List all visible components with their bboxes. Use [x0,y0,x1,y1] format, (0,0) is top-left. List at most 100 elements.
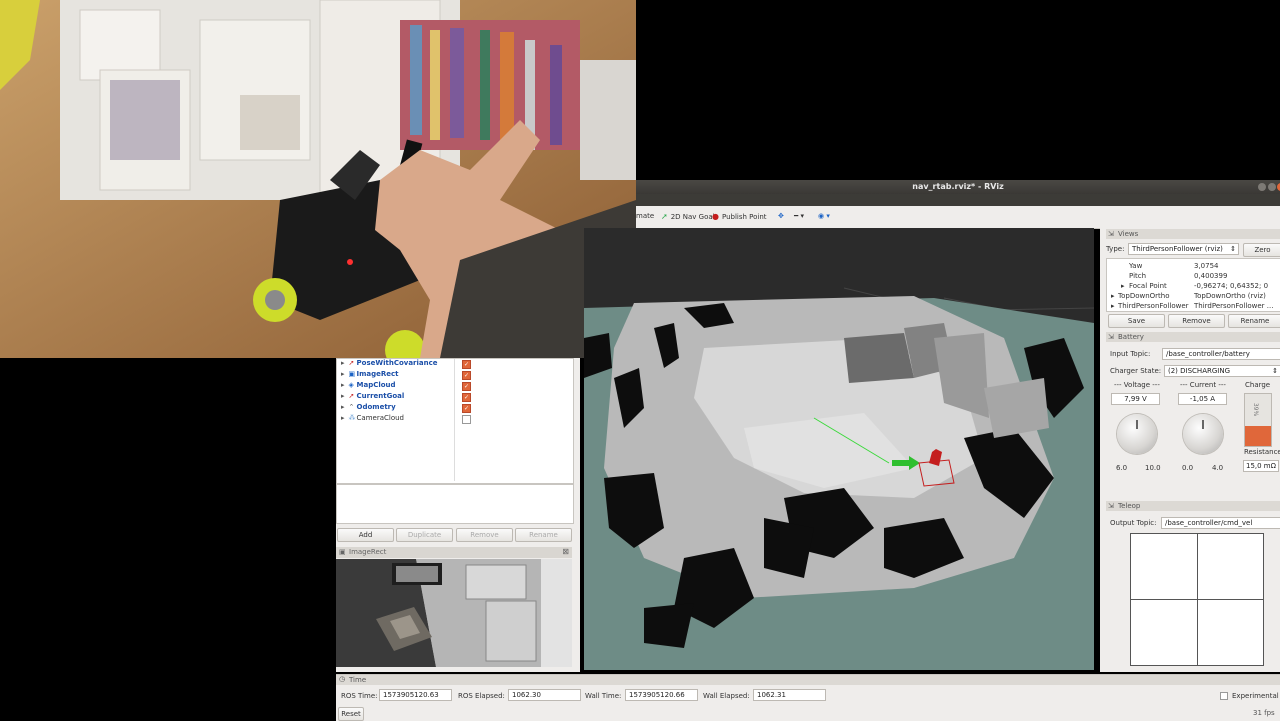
tree-column-divider [454,359,455,481]
expand-arrow-icon[interactable]: ▸ [341,414,345,422]
voltage-min-label: 6.0 [1116,464,1128,472]
fps-readout: 31 fps [1253,709,1275,717]
expand-arrow-icon[interactable]: ▸ [1111,292,1115,300]
display-enabled-checkbox[interactable]: ✓ [462,371,471,380]
rename-view-button[interactable]: Rename [1228,314,1280,328]
occupancy-map-render [584,228,1094,670]
display-enabled-checkbox[interactable]: ✓ [462,393,471,402]
view-prop-value[interactable]: 0,400399 [1194,272,1227,280]
view-prop-value[interactable]: -0,96274; 0,64352; 0 [1194,282,1268,290]
tools-toolbar: mate ➚ 2D Nav Goal ● Publish Point ✥ ━ ▾ ◉… [636,206,1280,229]
display-enabled-checkbox[interactable]: ✓ [462,360,471,369]
display-label: Odometry [356,403,396,411]
expand-arrow-icon[interactable]: ▸ [341,392,345,400]
display-item-cameracloud[interactable]: ▸ ⁂CameraCloud [341,414,471,424]
add-tool-dropdown-icon[interactable]: ━ ▾ [794,212,804,220]
reset-button[interactable]: Reset [338,707,364,721]
tool-interact[interactable]: mate [636,212,654,220]
charge-bar: 39% [1244,393,1272,447]
experimental-label: Experimental [1232,692,1279,700]
views-panel-header: ⇲ Views [1106,229,1280,239]
display-item-currentgoal[interactable]: ▸ ➚ CurrentGoal ✓ [341,392,471,402]
view-prop-value[interactable]: 3,0754 [1194,262,1219,270]
experimental-checkbox[interactable] [1220,692,1228,700]
zero-view-button[interactable]: Zero [1243,243,1280,257]
view-type-label: Type: [1106,245,1125,253]
window-titlebar: nav_rtab.rviz* - RViz [636,180,1280,194]
display-item-mapcloud[interactable]: ▸ ◈ MapCloud ✓ [341,381,471,391]
voltage-label: --- Voltage --- [1114,381,1160,389]
duplicate-display-button[interactable]: Duplicate [396,528,453,542]
rename-display-button[interactable]: Rename [515,528,572,542]
camera-type-dropdown-icon[interactable]: ◉ ▾ [818,212,830,220]
teleop-panel-header: ⇲ Teleop [1106,501,1280,511]
display-item-imagerect[interactable]: ▸ ▣ImageRect ✓ [341,370,471,380]
view-type-value: ThirdPersonFollower (rviz) [1132,245,1223,253]
input-topic-field[interactable]: /base_controller/battery [1162,348,1280,360]
expand-arrow-icon[interactable]: ▸ [341,359,345,367]
expand-arrow-icon[interactable]: ▸ [1121,282,1125,290]
ros-elapsed-field: 1062.30 [508,689,581,701]
expand-arrow-icon[interactable]: ▸ [1111,302,1115,310]
render-3d-view[interactable] [584,228,1094,670]
move-camera-icon[interactable]: ✥ [778,212,784,220]
voltage-max-label: 10.0 [1145,464,1161,472]
current-dial[interactable] [1183,414,1223,454]
wall-elapsed-field: 1062.31 [753,689,826,701]
wall-time-field: 1573905120.66 [625,689,698,701]
tool-publish-point[interactable]: ● Publish Point [712,212,767,221]
clock-icon: ◷ [339,675,346,683]
camera-overlay-photo [0,0,636,358]
voltage-dial[interactable] [1117,414,1157,454]
display-enabled-checkbox[interactable]: ✓ [462,404,471,413]
voltage-readout: 7,99 V [1111,393,1160,405]
views-header-label: Views [1118,230,1139,238]
chevron-down-icon: ⇕ [1272,367,1278,375]
publish-point-pin-icon: ● [712,212,719,221]
expand-arrow-icon[interactable]: ▸ [341,403,345,411]
camera-image-illustration [336,559,572,667]
resistance-readout: 15,0 mΩ [1243,460,1279,472]
ros-time-label: ROS Time: [341,692,378,700]
view-type-select[interactable]: ThirdPersonFollower (rviz) ⇕ [1128,243,1239,255]
tool-2d-nav-goal[interactable]: ➚ 2D Nav Goal [661,212,715,221]
display-label: CurrentGoal [356,392,405,400]
ros-time-field: 1573905120.63 [379,689,452,701]
charger-state-select[interactable]: (2) DISCHARGING ⇕ [1164,365,1280,377]
display-item-posewithcovariance[interactable]: ▸ ➚ PoseWithCovariance ✓ [341,359,471,369]
remove-display-button[interactable]: Remove [456,528,513,542]
output-topic-field[interactable]: /base_controller/cmd_vel [1161,517,1280,529]
view-prop-name: Pitch [1129,272,1147,280]
close-panel-icon[interactable]: ⊠ [562,547,569,556]
save-view-button[interactable]: Save [1108,314,1165,328]
charge-percent: 39% [1252,402,1260,417]
image-panel-header: ▣ ImageRect ⊠ [336,547,572,558]
panel-grip-icon: ⇲ [1108,333,1114,341]
wall-time-label: Wall Time: [585,692,622,700]
toolbar-label: mate [636,212,655,220]
goal-pose-icon: ➚ [348,392,355,400]
display-item-odometry[interactable]: ▸ ⌃ Odometry ✓ [341,403,471,413]
charge-label: Charge [1245,381,1271,389]
time-header-label: Time [349,676,367,684]
expand-arrow-icon[interactable]: ▸ [341,370,345,378]
saved-view-name[interactable]: ThirdPersonFollower [1118,302,1189,310]
toolbar-label: Publish Point [721,213,767,221]
view-properties-tree: Yaw 3,0754 Pitch 0,400399 ▸ Focal Point … [1106,258,1280,312]
maximize-button[interactable] [1268,183,1276,191]
remove-view-button[interactable]: Remove [1168,314,1225,328]
charger-state-value: (2) DISCHARGING [1168,367,1230,375]
saved-view-name[interactable]: TopDownOrtho [1118,292,1170,300]
display-enabled-checkbox[interactable]: ✓ [462,382,471,391]
add-display-button[interactable]: Add [337,528,394,542]
expand-arrow-icon[interactable]: ▸ [341,381,345,389]
battery-panel-header: ⇲ Battery [1106,332,1280,342]
display-enabled-checkbox[interactable] [462,415,471,424]
pad-horizontal-axis [1131,599,1263,600]
display-label: ImageRect [356,370,399,378]
resistance-label: Resistance [1244,448,1280,456]
input-topic-label: Input Topic: [1110,350,1151,358]
teleop-drive-pad[interactable] [1130,533,1264,666]
ros-elapsed-label: ROS Elapsed: [458,692,505,700]
minimize-button[interactable] [1258,183,1266,191]
